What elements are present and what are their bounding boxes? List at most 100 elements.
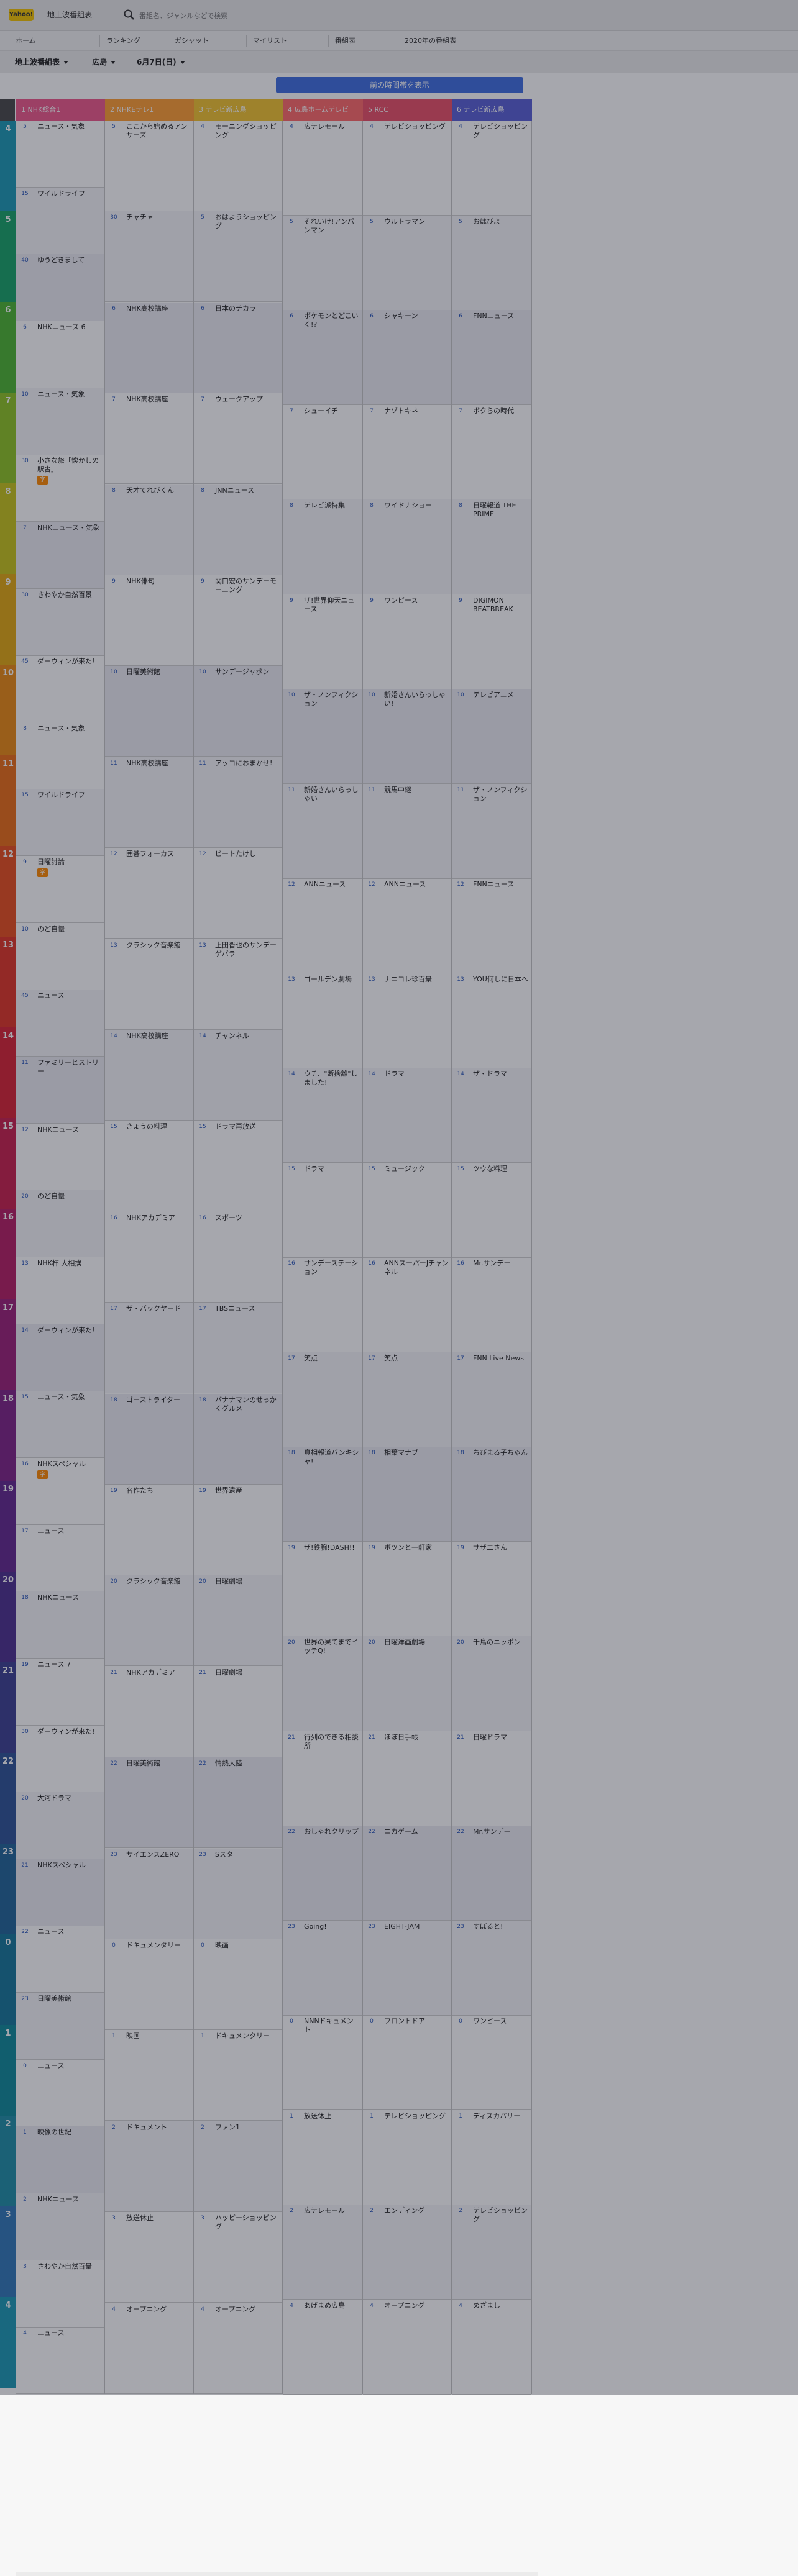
- program-cell[interactable]: 12 ANNニュース: [363, 878, 451, 973]
- program-cell[interactable]: 1 映像の世紀: [16, 2126, 104, 2193]
- program-cell[interactable]: 22 ニュース: [16, 1926, 104, 1993]
- program-cell[interactable]: 4 テレビショッピング: [452, 121, 531, 216]
- program-cell[interactable]: 7 NHK高校講座: [105, 393, 193, 484]
- program-cell[interactable]: 12 FNNニュース: [452, 878, 531, 973]
- program-cell[interactable]: 9 日曜討論字: [16, 856, 104, 923]
- program-cell[interactable]: 23 EIGHT-JAM: [363, 1921, 451, 2016]
- program-cell[interactable]: 19 ニュース 7: [16, 1659, 104, 1726]
- program-cell[interactable]: 16 ANNスーパーJチャンネル: [363, 1257, 451, 1352]
- program-cell[interactable]: 18 ちびまる子ちゃん: [452, 1447, 531, 1542]
- program-cell[interactable]: 17 TBSニュース: [194, 1303, 282, 1393]
- program-cell[interactable]: 17 笑点: [363, 1352, 451, 1447]
- program-cell[interactable]: 30 さわやか自然百景: [16, 589, 104, 656]
- program-cell[interactable]: 19 サザエさん: [452, 1542, 531, 1637]
- program-cell[interactable]: 13 NHK杯 大相撲: [16, 1257, 104, 1324]
- program-cell[interactable]: 21 ほぼ日手帳: [363, 1731, 451, 1826]
- program-cell[interactable]: 2 エンディング: [363, 2205, 451, 2300]
- program-cell[interactable]: 6 FNNニュース: [452, 310, 531, 405]
- subnav-item[interactable]: ガシャット: [168, 35, 209, 47]
- program-cell[interactable]: 21 NHKスペシャル: [16, 1859, 104, 1926]
- program-cell[interactable]: 4 オープニング: [105, 2303, 193, 2394]
- program-cell[interactable]: 14 ダーウィンが来た!: [16, 1324, 104, 1391]
- program-cell[interactable]: 21 日曜ドラマ: [452, 1731, 531, 1826]
- program-cell[interactable]: 14 チャンネル: [194, 1030, 282, 1121]
- program-cell[interactable]: 22 Mr.サンデー: [452, 1826, 531, 1921]
- program-cell[interactable]: 4 モーニングショッピング: [194, 121, 282, 211]
- program-cell[interactable]: 22 おしゃれクリップ: [283, 1826, 362, 1921]
- program-cell[interactable]: 19 名作たち: [105, 1485, 193, 1575]
- program-cell[interactable]: 1 ドキュメンタリー: [194, 2030, 282, 2121]
- program-cell[interactable]: 23 サイエンスZERO: [105, 1849, 193, 1939]
- program-cell[interactable]: 16 NHKアカデミア: [105, 1212, 193, 1303]
- program-cell[interactable]: 20 クラシック音楽館: [105, 1575, 193, 1666]
- program-cell[interactable]: 8 JNNニュース: [194, 485, 282, 575]
- app-name[interactable]: 地上波番組表: [47, 9, 92, 21]
- program-cell[interactable]: 30 ダーウィンが来た!: [16, 1726, 104, 1793]
- program-cell[interactable]: 4 あげまめ広島: [283, 2300, 362, 2395]
- program-cell[interactable]: 5 それいけ!アンパンマン: [283, 216, 362, 311]
- program-cell[interactable]: 17 ニュース: [16, 1525, 104, 1592]
- program-cell[interactable]: 1 放送休止: [283, 2110, 362, 2205]
- program-cell[interactable]: 15 ニュース・気象: [16, 1391, 104, 1458]
- program-cell[interactable]: 14 ウチ、"断捨離"しました!: [283, 1068, 362, 1163]
- program-cell[interactable]: 2 広テレモール: [283, 2205, 362, 2300]
- program-cell[interactable]: 5 ニュース・気象: [16, 121, 104, 188]
- program-cell[interactable]: 5 ここから始めるアンサーズ: [105, 121, 193, 211]
- program-cell[interactable]: 2 ファン1: [194, 2121, 282, 2212]
- program-cell[interactable]: 13 ナニコレ珍百景: [363, 973, 451, 1068]
- program-cell[interactable]: 12 ビートたけし: [194, 848, 282, 939]
- program-cell[interactable]: 9 NHK俳句: [105, 575, 193, 666]
- program-cell[interactable]: 23 Going!: [283, 1921, 362, 2016]
- program-cell[interactable]: 10 サンデージャポン: [194, 666, 282, 757]
- program-cell[interactable]: 2 テレビショッピング: [452, 2205, 531, 2300]
- program-cell[interactable]: 22 日曜美術館: [105, 1757, 193, 1848]
- program-cell[interactable]: 6 日本のチカラ: [194, 303, 282, 393]
- program-cell[interactable]: 20 のど自慢: [16, 1190, 104, 1257]
- program-cell[interactable]: 5 おはびよ: [452, 216, 531, 311]
- program-cell[interactable]: 4 テレビショッピング: [363, 121, 451, 216]
- program-cell[interactable]: 5 ウルトラマン: [363, 216, 451, 311]
- program-cell[interactable]: 8 テレビ派特集: [283, 499, 362, 594]
- program-cell[interactable]: 23 日曜美術館: [16, 1993, 104, 2060]
- program-cell[interactable]: 7 ナゾトキネ: [363, 405, 451, 500]
- program-cell[interactable]: 4 ニュース: [16, 2327, 104, 2394]
- program-cell[interactable]: 20 世界の果てまでイッテQ!: [283, 1636, 362, 1731]
- program-cell[interactable]: 23 すぽると!: [452, 1921, 531, 2016]
- program-cell[interactable]: 1 映画: [105, 2030, 193, 2121]
- program-cell[interactable]: 21 行列のできる相談所: [283, 1731, 362, 1826]
- program-cell[interactable]: 20 日曜洋画劇場: [363, 1636, 451, 1731]
- program-cell[interactable]: 20 日曜劇場: [194, 1575, 282, 1666]
- program-cell[interactable]: 1 ディスカバリー: [452, 2110, 531, 2205]
- channel-header[interactable]: 2 NHKEテレ1: [105, 99, 194, 121]
- program-cell[interactable]: 2 ドキュメント: [105, 2121, 193, 2212]
- site-logo[interactable]: Yahoo!: [9, 9, 34, 21]
- region-filter[interactable]: 地上波番組表: [15, 56, 69, 68]
- program-cell[interactable]: 20 千鳥のニッポン: [452, 1636, 531, 1731]
- previous-timeslot-button[interactable]: 前の時間帯を表示: [276, 77, 523, 93]
- program-cell[interactable]: 7 ボクらの時代: [452, 405, 531, 500]
- program-cell[interactable]: 13 ゴールデン劇場: [283, 973, 362, 1068]
- program-cell[interactable]: 40 ゆうどきまして: [16, 254, 104, 321]
- program-cell[interactable]: 16 NHKスペシャル字: [16, 1458, 104, 1525]
- program-cell[interactable]: 10 ザ・ノンフィクション: [283, 689, 362, 784]
- program-cell[interactable]: 13 上田晋也のサンデーゲバラ: [194, 939, 282, 1030]
- program-cell[interactable]: 15 きょうの料理: [105, 1121, 193, 1211]
- search-input[interactable]: [138, 9, 300, 22]
- program-cell[interactable]: 12 ANNニュース: [283, 878, 362, 973]
- program-cell[interactable]: 3 さわやか自然百景: [16, 2260, 104, 2328]
- program-cell[interactable]: 11 アッコにおまかせ!: [194, 757, 282, 848]
- program-cell[interactable]: 16 Mr.サンデー: [452, 1257, 531, 1352]
- channel-header[interactable]: 6 テレビ新広島: [452, 99, 532, 121]
- program-cell[interactable]: 8 ニュース・気象: [16, 722, 104, 790]
- program-cell[interactable]: 45 ダーウィンが来た!: [16, 655, 104, 722]
- program-cell[interactable]: 6 シャキーン: [363, 310, 451, 405]
- program-cell[interactable]: 21 日曜劇場: [194, 1667, 282, 1757]
- program-cell[interactable]: 2 NHKニュース: [16, 2193, 104, 2260]
- program-cell[interactable]: 9 ザ!世界仰天ニュース: [283, 594, 362, 690]
- program-cell[interactable]: 9 ワンピース: [363, 594, 451, 690]
- program-cell[interactable]: 11 新婚さんいらっしゃい: [283, 784, 362, 879]
- program-cell[interactable]: 4 めざまし: [452, 2300, 531, 2395]
- program-cell[interactable]: 15 ツウな料理: [452, 1163, 531, 1258]
- subnav-item[interactable]: ホーム: [9, 35, 36, 47]
- program-cell[interactable]: 5 おはようショッピング: [194, 211, 282, 302]
